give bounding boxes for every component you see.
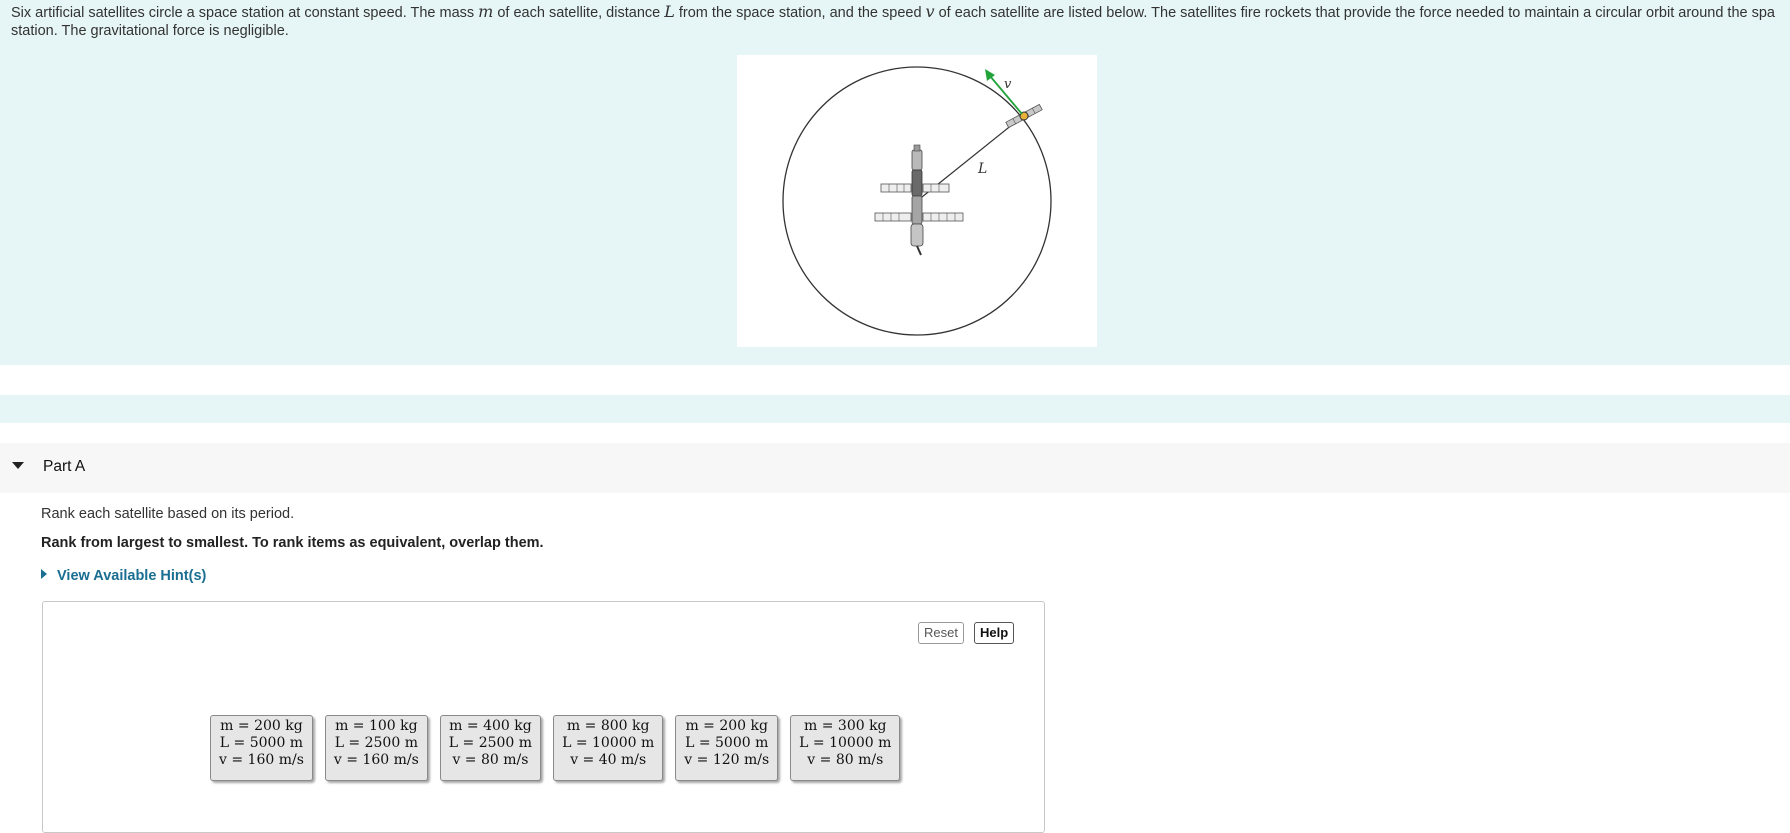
view-hints-link[interactable]: View Available Hint(s) — [41, 568, 206, 584]
collapse-triangle-icon[interactable] — [12, 462, 24, 469]
tile-distance: L = 5000 m — [685, 735, 769, 751]
ranking-instruction: Rank from largest to smallest. To rank i… — [41, 535, 544, 551]
ranking-area: Reset Help m = 200 kg L = 5000 m v = 160… — [42, 601, 1045, 833]
tile-distance: L = 10000 m — [799, 735, 892, 751]
satellite-tile[interactable]: m = 400 kg L = 2500 m v = 80 m/s — [439, 715, 542, 781]
tile-speed: v = 40 m/s — [570, 752, 647, 768]
satellite-tile[interactable]: m = 100 kg L = 2500 m v = 160 m/s — [324, 715, 428, 781]
tile-speed: v = 80 m/s — [807, 752, 884, 768]
mass-symbol: m — [478, 2, 494, 21]
tile-speed: v = 120 m/s — [684, 752, 770, 768]
satellite-icon — [1005, 103, 1043, 129]
problem-statement-line-2: station. The gravitational force is negl… — [11, 23, 289, 39]
question-prompt: Rank each satellite based on its period. — [41, 506, 295, 522]
tile-mass: m = 200 kg — [685, 718, 768, 734]
statement-text: Six artificial satellites circle a space… — [11, 5, 479, 21]
tile-mass: m = 200 kg — [220, 718, 303, 734]
space-station-icon — [874, 144, 964, 256]
statement-text: of each satellite are listed below. The … — [934, 5, 1775, 21]
velocity-label: v — [1004, 77, 1012, 92]
satellite-tile[interactable]: m = 200 kg L = 5000 m v = 160 m/s — [210, 715, 313, 781]
tile-mass: m = 800 kg — [566, 718, 650, 734]
satellite-tile[interactable]: m = 300 kg L = 10000 m v = 80 m/s — [790, 715, 901, 781]
distance-label: L — [977, 161, 987, 177]
statement-text: of each satellite, distance — [493, 5, 665, 21]
tile-mass: m = 400 kg — [449, 718, 532, 734]
statement-text: from the space station, and the speed — [674, 5, 926, 21]
tile-speed: v = 160 m/s — [219, 752, 304, 768]
satellite-tile[interactable]: m = 200 kg L = 5000 m v = 120 m/s — [675, 715, 779, 781]
problem-intro: Six artificial satellites circle a space… — [0, 0, 1790, 365]
tile-distance: L = 2500 m — [448, 735, 533, 751]
orbit-figure: v L — [737, 55, 1097, 347]
satellite-tile[interactable]: m = 800 kg L = 10000 m v = 40 m/s — [553, 715, 664, 781]
tile-speed: v = 160 m/s — [333, 752, 419, 768]
ranking-tiles: m = 200 kg L = 5000 m v = 160 m/s m = 10… — [210, 715, 901, 781]
part-title: Part A — [43, 458, 86, 475]
expand-triangle-icon — [41, 569, 47, 579]
tile-mass: m = 100 kg — [335, 718, 418, 734]
tile-mass: m = 300 kg — [804, 718, 887, 734]
orbit-diagram: v L — [782, 66, 1052, 336]
tile-speed: v = 80 m/s — [452, 752, 529, 768]
section-separator — [0, 395, 1790, 423]
view-hints-label: View Available Hint(s) — [57, 568, 207, 584]
problem-statement-line-1: Six artificial satellites circle a space… — [11, 3, 1790, 22]
tile-distance: L = 10000 m — [562, 735, 655, 751]
tile-distance: L = 5000 m — [219, 735, 304, 751]
reset-button[interactable]: Reset — [918, 622, 964, 644]
part-a-header[interactable]: Part A — [0, 443, 1790, 493]
help-button[interactable]: Help — [974, 622, 1015, 644]
problem-statement: Six artificial satellites circle a space… — [11, 3, 1790, 40]
tile-distance: L = 2500 m — [334, 735, 418, 751]
distance-symbol: L — [664, 2, 675, 21]
speed-symbol: v — [925, 2, 935, 21]
